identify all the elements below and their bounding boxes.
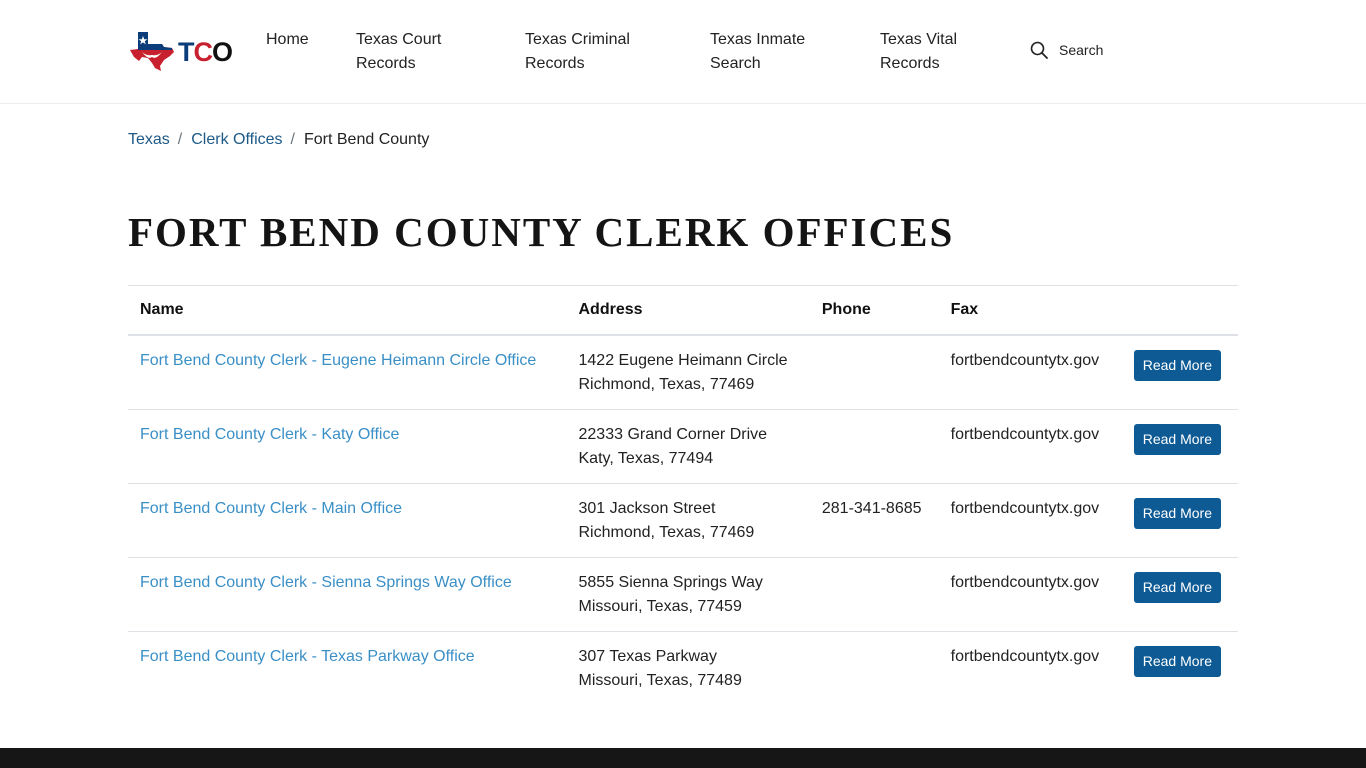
office-phone: 281-341-8685 [821, 499, 922, 517]
office-fax: fortbendcountytx.gov [950, 425, 1100, 443]
nav-texas-inmate-search[interactable]: Texas Inmate Search [710, 28, 820, 76]
search-icon [1030, 41, 1048, 59]
breadcrumb: Texas / Clerk Offices / Fort Bend County [128, 130, 429, 150]
breadcrumb-clerk-offices[interactable]: Clerk Offices [191, 130, 282, 150]
search-button[interactable]: Search [1030, 41, 1103, 59]
breadcrumb-separator: / [177, 131, 183, 148]
office-name-link[interactable]: Fort Bend County Clerk - Texas Parkway O… [140, 648, 475, 665]
header-phone: Phone [821, 300, 871, 318]
read-more-button[interactable]: Read More [1133, 423, 1221, 455]
texas-flag-map-icon [130, 32, 174, 71]
read-more-button[interactable]: Read More [1133, 349, 1221, 381]
header-address: Address [578, 300, 643, 318]
search-label: Search [1059, 42, 1104, 58]
office-phone [810, 335, 939, 410]
office-address: 307 Texas Parkway Missouri, Texas, 77489 [578, 647, 742, 689]
table-header-row: Name Address Phone Fax [128, 285, 1238, 335]
office-address: 301 Jackson Street Richmond, Texas, 77469 [578, 499, 755, 541]
table-row: Fort Bend County Clerk - Main Office 301… [128, 483, 1238, 557]
nav-home[interactable]: Home [266, 28, 309, 52]
read-more-button[interactable]: Read More [1133, 497, 1221, 529]
office-address: 22333 Grand Corner Drive Katy, Texas, 774… [578, 425, 768, 467]
site-logo[interactable]: TCO [128, 30, 233, 72]
office-name-link[interactable]: Fort Bend County Clerk - Sienna Springs … [140, 574, 512, 591]
table-row: Fort Bend County Clerk - Katy Office 223… [128, 409, 1238, 483]
office-address: 5855 Sienna Springs Way Missouri, Texas, … [578, 573, 763, 615]
site-footer [0, 748, 1366, 768]
office-fax: fortbendcountytx.gov [950, 351, 1100, 369]
table-row: Fort Bend County Clerk - Eugene Heimann … [128, 335, 1238, 410]
breadcrumb-texas[interactable]: Texas [128, 130, 170, 150]
office-phone [810, 409, 939, 483]
nav-texas-court-records[interactable]: Texas Court Records [356, 28, 466, 76]
office-phone [810, 631, 939, 705]
office-name-link[interactable]: Fort Bend County Clerk - Eugene Heimann … [140, 352, 536, 369]
office-address: 1422 Eugene Heimann Circle Richmond, Texa… [578, 351, 788, 393]
office-name-link[interactable]: Fort Bend County Clerk - Katy Office [140, 426, 399, 443]
office-fax: fortbendcountytx.gov [950, 573, 1100, 591]
table-row: Fort Bend County Clerk - Texas Parkway O… [128, 631, 1238, 705]
breadcrumb-separator: / [290, 131, 295, 148]
office-fax: fortbendcountytx.gov [950, 499, 1100, 517]
office-phone [810, 557, 939, 631]
read-more-button[interactable]: Read More [1133, 571, 1221, 603]
office-name-link[interactable]: Fort Bend County Clerk - Main Office [140, 500, 402, 517]
header-name: Name [140, 300, 184, 318]
header-action [1111, 286, 1238, 335]
read-more-button[interactable]: Read More [1133, 645, 1221, 677]
nav-texas-criminal-records[interactable]: Texas Criminal Records [525, 28, 645, 76]
page-title: FORT BEND COUNTY CLERK OFFICES [128, 209, 955, 255]
logo-text: TCO [178, 36, 233, 67]
clerk-offices-table: Name Address Phone Fax Fort Bend County … [128, 285, 1238, 705]
table-row: Fort Bend County Clerk - Sienna Springs … [128, 557, 1238, 631]
header-fax: Fax [950, 300, 979, 318]
site-header: TCO Home Texas Court Records Texas Crimi… [0, 0, 1366, 104]
nav-texas-vital-records[interactable]: Texas Vital Records [880, 28, 980, 76]
office-fax: fortbendcountytx.gov [950, 647, 1100, 665]
breadcrumb-current: Fort Bend County [303, 131, 430, 148]
